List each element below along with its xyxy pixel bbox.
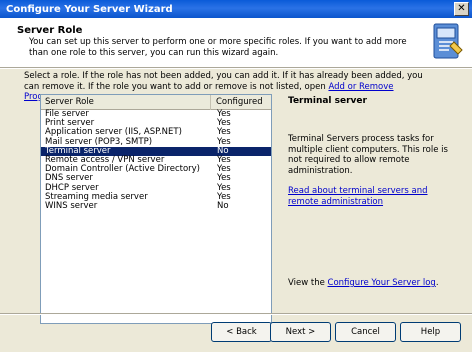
detail-title: Terminal server [288,96,367,106]
list-header: Server Role Configured [41,95,271,110]
detail-description: Terminal Servers process tasks for multi… [288,134,448,176]
wizard-header: Server Role You can set up this server t… [0,18,472,67]
next-button[interactable]: Next > [270,322,331,342]
server-wizard-icon [433,23,463,59]
close-icon: ✕ [457,3,466,14]
log-footer: View the Configure Your Server log. [288,278,458,289]
role-name: DNS server [45,173,93,184]
role-name: WINS server [45,200,98,211]
column-header-configured[interactable]: Configured [212,95,271,110]
help-button[interactable]: Help [400,322,461,342]
role-configured: No [217,200,229,211]
log-footer-suffix: . [435,278,439,288]
header-separator [0,67,472,69]
column-header-server-role[interactable]: Server Role [41,95,211,110]
read-about-terminal-servers-link[interactable]: Read about terminal servers and remote a… [288,186,453,207]
role-detail-pane: Terminal server Terminal Servers process… [288,94,458,324]
back-button[interactable]: < Back [211,322,272,342]
window-title: Configure Your Server Wizard [6,3,173,15]
footer-separator [0,313,472,315]
configure-server-log-link[interactable]: Configure Your Server log [328,278,436,288]
title-bar: Configure Your Server Wizard ✕ [0,0,472,18]
cancel-button[interactable]: Cancel [335,322,396,342]
wizard-window: Configure Your Server Wizard ✕ Server Ro… [0,0,472,352]
log-footer-prefix: View the [288,278,328,288]
page-description: You can set up this server to perform on… [29,37,407,58]
close-button[interactable]: ✕ [454,2,469,16]
role-rows: File server Yes Print server Yes Application… [41,110,271,211]
role-configured: Yes [217,173,231,184]
server-role-list[interactable]: Server Role Configured File server Yes Pri… [40,94,272,324]
table-row[interactable]: WINS server No [41,200,271,211]
page-title: Server Role [17,25,83,36]
